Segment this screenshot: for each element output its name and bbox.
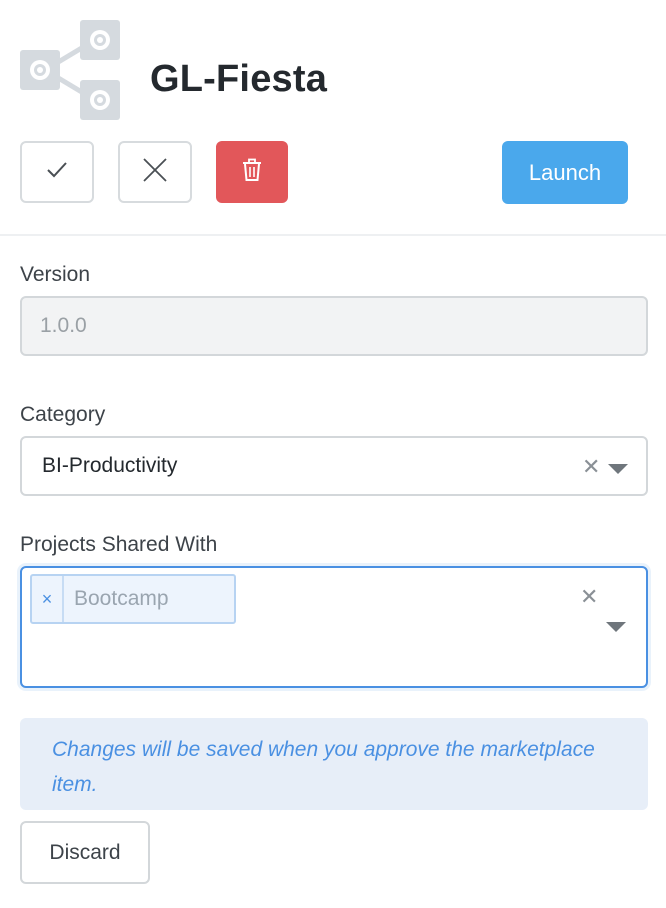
discard-button[interactable]: Discard bbox=[20, 821, 150, 884]
item-header: GL-Fiesta Launch bbox=[0, 0, 666, 236]
version-field: 1.0.0 bbox=[20, 296, 648, 356]
trash-icon bbox=[241, 158, 263, 187]
category-label: Category bbox=[20, 403, 106, 426]
version-label: Version bbox=[20, 263, 91, 286]
category-clear-icon[interactable]: ✕ bbox=[582, 456, 600, 478]
reject-button[interactable] bbox=[118, 141, 192, 203]
page-title: GL-Fiesta bbox=[150, 58, 328, 100]
project-tag: × Bootcamp bbox=[30, 574, 236, 624]
close-icon bbox=[141, 156, 169, 189]
projects-chevron-down-icon[interactable] bbox=[606, 622, 626, 632]
projects-clear-icon[interactable]: ✕ bbox=[580, 586, 598, 608]
category-select[interactable]: BI-Productivity ✕ bbox=[20, 436, 648, 496]
projects-label: Projects Shared With bbox=[20, 533, 218, 556]
category-chevron-down-icon[interactable] bbox=[608, 464, 628, 474]
version-value: 1.0.0 bbox=[40, 314, 87, 337]
gear-network-icon bbox=[20, 20, 120, 120]
checkmark-icon bbox=[45, 158, 69, 187]
delete-button[interactable] bbox=[216, 141, 288, 203]
category-value: BI-Productivity bbox=[42, 454, 178, 477]
launch-button[interactable]: Launch bbox=[502, 141, 628, 204]
projects-multiselect[interactable]: × Bootcamp ✕ bbox=[20, 566, 648, 688]
project-tag-label: Bootcamp bbox=[74, 587, 169, 610]
tag-remove-icon[interactable]: × bbox=[32, 576, 64, 622]
approve-button[interactable] bbox=[20, 141, 94, 203]
save-notice: Changes will be saved when you approve t… bbox=[20, 718, 648, 810]
